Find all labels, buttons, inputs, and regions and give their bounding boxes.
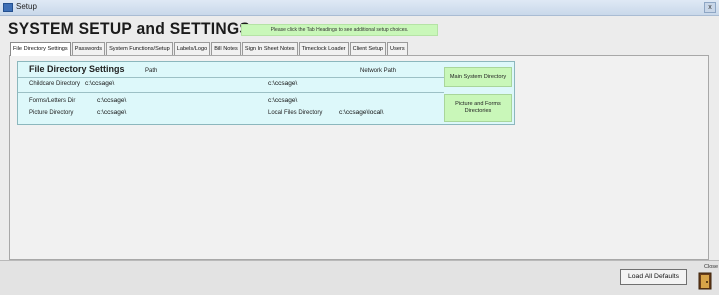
tab-hint-note: Please click the Tab Headings to see add… <box>241 24 438 36</box>
forms-letters-dir-label: Forms/Letters Dir <box>29 98 76 104</box>
tab-file-directory-settings[interactable]: File Directory Settings <box>10 42 71 56</box>
close-window-icon[interactable]: x <box>704 2 716 13</box>
path-column-header: Path <box>145 68 158 74</box>
footer-bar <box>0 260 719 295</box>
picture-and-forms-directories-button[interactable]: Picture and Forms Directories <box>444 94 512 122</box>
forms-letters-dir-path[interactable]: c:\ccsage\ <box>97 97 126 104</box>
section-title: File Directory Settings <box>29 64 125 74</box>
close-label: Close <box>704 264 719 270</box>
tab-bill-notes[interactable]: Bill Notes <box>211 42 241 55</box>
title-bar: Setup x <box>0 0 719 16</box>
tab-client-setup[interactable]: Client Setup <box>349 42 387 55</box>
picture-directory-path[interactable]: c:\ccsage\ <box>97 109 126 116</box>
tab-bar: File Directory Settings Passwords System… <box>10 42 409 56</box>
forms-letters-dir-network-path[interactable]: c:\ccsage\ <box>268 97 297 104</box>
local-files-directory-label: Local Files Directory <box>268 110 323 116</box>
tab-passwords[interactable]: Passwords <box>71 42 106 55</box>
picture-directory-label: Picture Directory <box>29 110 74 116</box>
door-exit-icon[interactable] <box>698 272 713 290</box>
tab-sign-in-sheet-notes[interactable]: Sign In Sheet Notes <box>241 42 298 55</box>
tab-users[interactable]: Users <box>387 42 408 55</box>
row-divider <box>18 92 444 93</box>
window-title: Setup <box>16 2 37 11</box>
tab-content-panel: File Directory Settings Path Network Pat… <box>9 55 709 260</box>
row-divider <box>18 77 444 78</box>
network-path-column-header: Network Path <box>360 68 397 74</box>
local-files-directory-path[interactable]: c:\ccsage\local\ <box>339 109 383 116</box>
tab-timeclock-loader[interactable]: Timeclock Loader <box>298 42 349 55</box>
childcare-directory-path[interactable]: c:\ccsage\ <box>85 80 114 87</box>
file-directory-settings-box: File Directory Settings Path Network Pat… <box>17 61 515 125</box>
page-title: SYSTEM SETUP and SETTINGS <box>8 19 251 38</box>
tab-system-functions-setup[interactable]: System Functions/Setup <box>106 42 173 55</box>
window-app-icon <box>3 3 13 12</box>
load-all-defaults-button[interactable]: Load All Defaults <box>620 269 687 285</box>
main-system-directory-button[interactable]: Main System Directory <box>444 67 512 87</box>
childcare-directory-network-path[interactable]: c:\ccsage\ <box>268 80 297 87</box>
tab-labels-logo[interactable]: Labels/Logo <box>173 42 211 55</box>
childcare-directory-label: Childcare Directory <box>29 81 81 87</box>
